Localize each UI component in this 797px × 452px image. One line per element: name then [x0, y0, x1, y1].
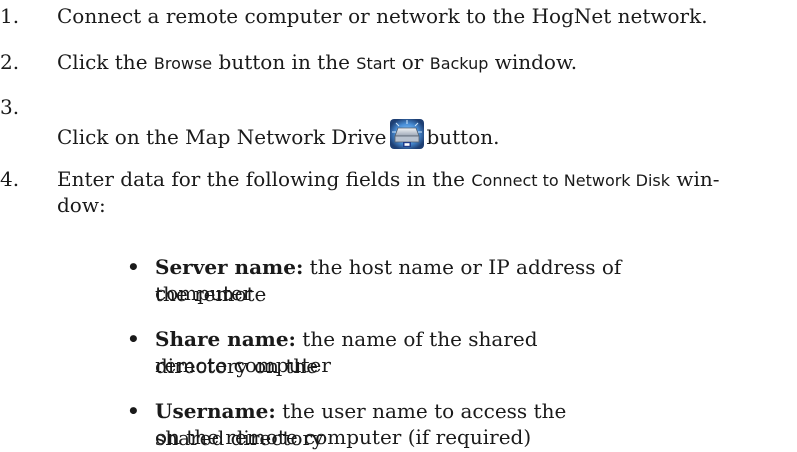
browse-button-name: Browse [153, 54, 213, 73]
backup-window-name: Backup [429, 54, 489, 73]
step-text-part: Click the [57, 50, 154, 74]
step-number: 4. [0, 167, 20, 191]
step-text: Enter data for the following fields in t… [57, 166, 782, 194]
start-window-name: Start [356, 54, 396, 73]
step-text-part: or [395, 50, 430, 74]
field-description: computer [155, 281, 253, 305]
step-text-part: Enter data for the following fields in t… [57, 167, 472, 191]
step-text: Connect a remote computer or network to … [57, 4, 708, 28]
field-term: Username: [155, 399, 276, 423]
bullet-icon: • [127, 327, 140, 351]
step-number: 1. [0, 4, 20, 28]
field-term: Share name: [155, 327, 296, 351]
step-number: 3. [0, 95, 20, 119]
step-text-part: window. [488, 50, 578, 74]
step-text: Click on the Map Network Drive button. [57, 119, 782, 151]
step-text: Click the Browse button in the Start or … [57, 49, 782, 77]
step-text-part: button in the [212, 50, 357, 74]
bullet-icon: • [127, 399, 140, 423]
bullet-icon: • [127, 255, 140, 279]
step-text: dow: [57, 193, 106, 217]
field-description: on the remote computer (if required) [155, 425, 532, 449]
connect-to-network-disk-window-name: Connect to Network Disk [471, 171, 671, 190]
step-text-part: win- [670, 167, 720, 191]
field-term: Server name: [155, 255, 304, 279]
field-description: remote computer [155, 353, 331, 377]
step-text-part: Click on the Map Network Drive [57, 125, 387, 149]
map-network-drive-icon [390, 119, 425, 149]
step-text-part: button. [426, 125, 500, 149]
step-number: 2. [0, 50, 20, 74]
document-page: 1. Connect a remote computer or network … [0, 0, 797, 450]
